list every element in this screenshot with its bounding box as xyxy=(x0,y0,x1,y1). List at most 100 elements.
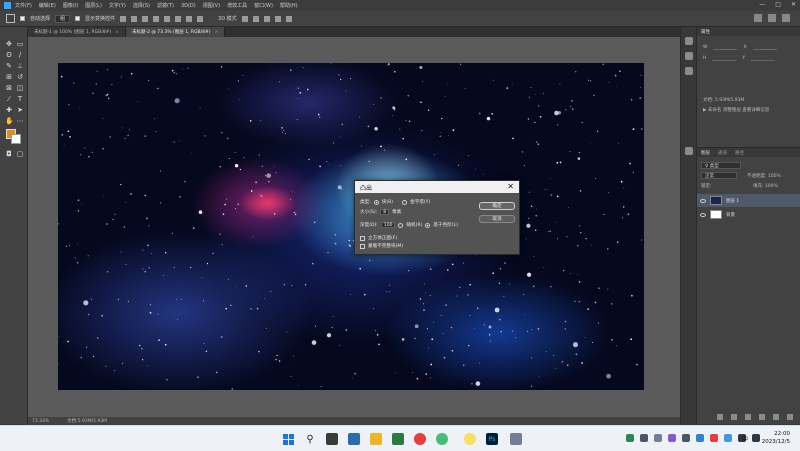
menu-help[interactable]: 帮助(H) xyxy=(280,2,298,9)
tool-app-icon[interactable] xyxy=(510,433,522,445)
adjust-panel-icon[interactable] xyxy=(685,52,693,60)
tab-document-1[interactable]: 未标题-1 @ 100% (图层 1, RGB/8#) × xyxy=(28,27,126,37)
search-icon[interactable]: ⚲ xyxy=(304,433,316,445)
app-icon[interactable] xyxy=(392,433,404,445)
align-bottom-icon[interactable] xyxy=(175,15,182,22)
quick-mask-icon[interactable]: ◘ xyxy=(5,150,13,158)
galaxy-image[interactable] xyxy=(58,63,644,390)
widgets-icon[interactable] xyxy=(348,433,360,445)
zoom-level[interactable]: 73.33% xyxy=(32,419,49,424)
photoshop-taskbar-icon[interactable]: Ps xyxy=(486,433,498,445)
menu-type[interactable]: 文字(Y) xyxy=(109,2,126,9)
tray-app-icon[interactable] xyxy=(626,434,634,442)
scale-3d-icon[interactable] xyxy=(285,15,292,22)
menu-edit[interactable]: 编辑(E) xyxy=(39,2,56,9)
file-explorer-icon[interactable] xyxy=(370,433,382,445)
prop-x-field[interactable] xyxy=(752,44,777,50)
menu-filter[interactable]: 滤镜(T) xyxy=(157,2,174,9)
healing-tool-icon[interactable]: ✚ xyxy=(5,106,13,114)
align-right-icon[interactable] xyxy=(142,15,149,22)
close-tab-icon[interactable]: × xyxy=(215,30,219,35)
minimize-icon[interactable]: — xyxy=(759,1,765,8)
cloud-icon[interactable] xyxy=(654,434,662,442)
cancel-button[interactable]: 取消 xyxy=(479,215,515,223)
clock[interactable]: 22:00 2023/12/5 xyxy=(762,430,790,446)
frame-tool-icon[interactable]: ⊠ xyxy=(5,84,13,92)
new-layer-icon[interactable] xyxy=(787,414,793,420)
more-tools-icon[interactable]: ⋯ xyxy=(16,117,24,125)
prop-y-field[interactable] xyxy=(751,55,776,61)
workspace-icon[interactable] xyxy=(768,14,776,22)
type-block-radio[interactable] xyxy=(373,199,379,205)
align-center-icon[interactable] xyxy=(131,15,138,22)
visibility-eye-icon[interactable] xyxy=(700,198,706,203)
menu-plugins[interactable]: 增效工具 xyxy=(227,2,247,9)
tray-app-icon[interactable] xyxy=(710,434,718,442)
chat-app-icon[interactable] xyxy=(464,433,476,445)
color-panel-icon[interactable] xyxy=(685,67,693,75)
browser-2-icon[interactable] xyxy=(436,433,448,445)
tab-document-2[interactable]: 未标题-2 @ 73.3% (图层 1, RGB/8#) × xyxy=(125,27,226,37)
depth-random-radio[interactable] xyxy=(398,222,404,228)
eyedropper-tool-icon[interactable]: ⁄ xyxy=(5,95,13,103)
pan-3d-icon[interactable] xyxy=(263,15,270,22)
orbit-3d-icon[interactable] xyxy=(241,15,248,22)
layers-panel-icon[interactable] xyxy=(685,147,693,155)
slide-3d-icon[interactable] xyxy=(274,15,281,22)
tray-app-icon[interactable] xyxy=(682,434,690,442)
size-input[interactable]: 8 xyxy=(380,209,390,215)
tab-paths[interactable]: 路径 xyxy=(735,150,744,156)
close-icon[interactable]: ✕ xyxy=(791,1,796,8)
move-tool-icon[interactable]: ✥ xyxy=(5,40,13,48)
background-color-swatch[interactable] xyxy=(11,134,21,144)
visibility-eye-icon[interactable] xyxy=(700,212,706,217)
ime-indicator[interactable]: 中 xyxy=(742,434,748,443)
auto-select-checkbox[interactable] xyxy=(20,16,25,21)
solid-front-checkbox[interactable] xyxy=(360,235,365,241)
roll-3d-icon[interactable] xyxy=(252,15,259,22)
mask-icon[interactable] xyxy=(745,414,751,420)
screen-mode-icon[interactable]: ▢ xyxy=(16,150,24,158)
transform-checkbox[interactable] xyxy=(75,16,81,21)
align-middle-icon[interactable] xyxy=(164,15,171,22)
tray-app-icon[interactable] xyxy=(668,434,676,442)
path-select-icon[interactable]: ➤ xyxy=(16,106,24,114)
align-top-icon[interactable] xyxy=(153,15,160,22)
more-options-icon[interactable] xyxy=(197,15,204,22)
prop-w-field[interactable] xyxy=(713,44,738,50)
fill-control[interactable]: 填充: 100% xyxy=(753,183,778,189)
fx-icon[interactable] xyxy=(731,414,737,420)
menu-window[interactable]: 窗口(W) xyxy=(254,2,273,9)
distribute-icon[interactable] xyxy=(186,15,193,22)
link-layers-icon[interactable] xyxy=(717,414,723,420)
search-icon[interactable] xyxy=(754,14,762,22)
menu-layer[interactable]: 图层(L) xyxy=(85,2,102,9)
browser-icon[interactable] xyxy=(414,433,426,445)
prop-h-field[interactable] xyxy=(712,55,737,61)
tab-properties[interactable]: 属性 xyxy=(701,29,710,35)
layer-select-dropdown[interactable]: 组 xyxy=(55,14,71,23)
menu-view[interactable]: 视图(V) xyxy=(203,2,220,9)
close-tab-icon[interactable]: × xyxy=(115,30,119,35)
tray-app-icon[interactable] xyxy=(724,434,732,442)
type-pyramid-radio[interactable] xyxy=(402,199,408,205)
stamp-tool-icon[interactable]: ⊥ xyxy=(16,62,24,70)
history-panel-icon[interactable] xyxy=(685,37,693,45)
layer-row-background[interactable]: 背景 xyxy=(697,208,800,221)
windows-start-icon[interactable] xyxy=(282,433,294,445)
layer-kind-filter[interactable]: ♀ 类型 xyxy=(701,162,741,169)
group-icon[interactable] xyxy=(773,414,779,420)
menu-select[interactable]: 选择(S) xyxy=(133,2,150,9)
close-icon[interactable]: ✕ xyxy=(507,182,514,192)
hand-tool-icon[interactable]: ✋ xyxy=(5,117,14,125)
quick-select-icon[interactable]: ✎ xyxy=(5,62,13,70)
lasso-tool-icon[interactable]: ʘ xyxy=(5,51,13,59)
adjustment-icon[interactable] xyxy=(759,414,765,420)
volume-icon[interactable] xyxy=(752,434,760,442)
blend-mode-select[interactable]: 正常 xyxy=(701,172,737,179)
depth-level-radio[interactable] xyxy=(425,222,431,228)
maximize-icon[interactable]: □ xyxy=(775,1,781,8)
ok-button[interactable]: 确定 xyxy=(479,202,515,210)
opacity-control[interactable]: 不透明度: 100% xyxy=(747,173,781,179)
align-left-icon[interactable] xyxy=(120,15,127,22)
